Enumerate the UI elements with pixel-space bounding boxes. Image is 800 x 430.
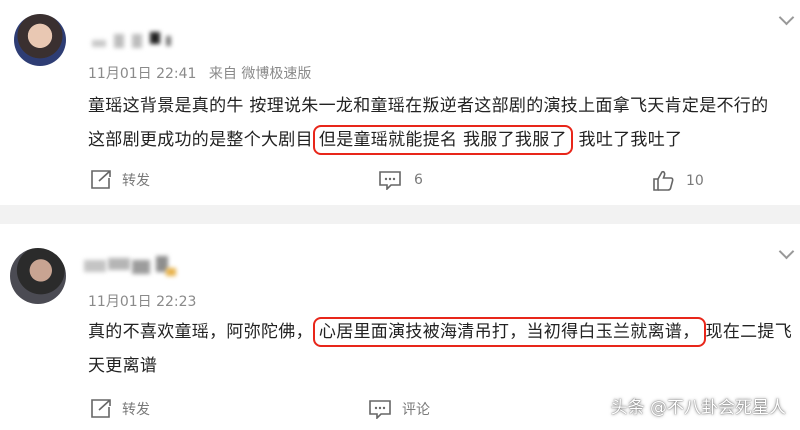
like-count: 10 (686, 172, 704, 189)
comment-icon (369, 400, 391, 419)
avatar[interactable] (14, 14, 66, 66)
like-icon (653, 170, 674, 191)
comment-text: 童瑶这背景是真的牛 按理说朱一龙和童瑶在叛逆者这部剧的演技上面拿飞天肯定是不行的… (88, 89, 790, 157)
timestamp: 11月01日 22:41 (88, 66, 197, 82)
watermark-text: 头条 @不八卦会死星人 (610, 398, 786, 418)
chevron-down-icon[interactable] (778, 243, 795, 260)
timestamp: 11月01日 22:23 (88, 294, 197, 310)
username-blurred[interactable]: ▪▪ ▮ ‧ (92, 32, 182, 50)
comment-count: 6 (414, 172, 423, 188)
username-blurred[interactable]: ▪▪▪ ▪ (84, 256, 184, 278)
comment-text: 真的不喜欢童瑶，阿弥陀佛， 心居里面演技被海清吊打，当初得白玉兰就离谱， 现在二提飞… (88, 315, 793, 383)
comment-meta: 11月01日 22:23 (88, 291, 196, 311)
avatar[interactable] (10, 248, 66, 304)
repost-button[interactable]: 转发 (90, 170, 150, 190)
comment-button[interactable]: 6 (378, 170, 423, 190)
comment-label: 评论 (402, 402, 430, 418)
separator (0, 205, 800, 224)
highlighted-text: 心居里面演技被海清吊打，当初得白玉兰就离谱， (312, 317, 706, 347)
comment-icon (379, 171, 401, 190)
source: 来自 微博极速版 (208, 66, 312, 82)
repost-label: 转发 (122, 402, 150, 418)
repost-icon (91, 170, 111, 189)
repost-icon (91, 399, 111, 418)
comment-meta: 11月01日 22:41 来自 微博极速版 (88, 63, 311, 83)
comment-button[interactable]: 评论 (368, 399, 430, 419)
comment-card-1: ▪▪ ▮ ‧ 11月01日 22:41 来自 微博极速版 童瑶这背景是真的牛 按… (0, 0, 800, 205)
like-button[interactable]: 10 (652, 170, 704, 191)
repost-button[interactable]: 转发 (90, 399, 150, 419)
chevron-down-icon[interactable] (778, 9, 795, 26)
highlighted-text: 但是童瑶就能提名 我服了我服了 (312, 125, 573, 155)
repost-label: 转发 (122, 173, 150, 189)
